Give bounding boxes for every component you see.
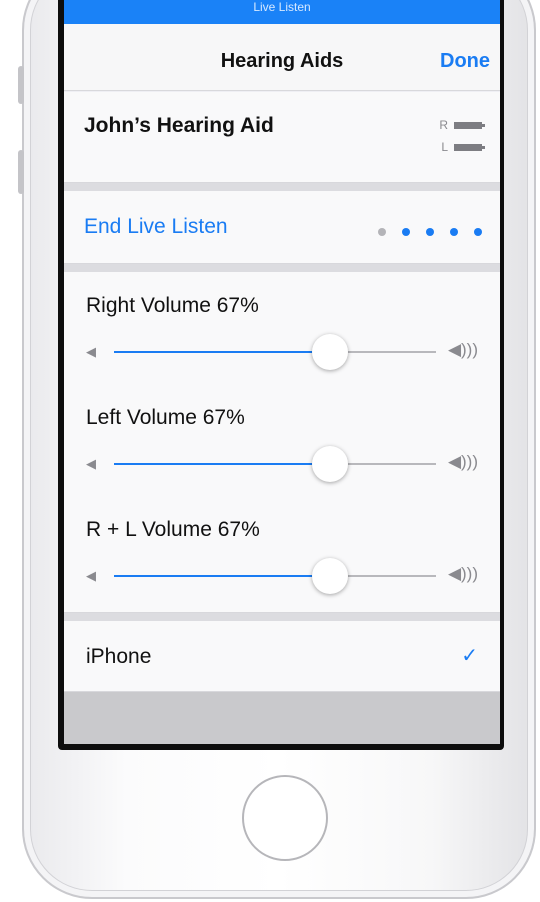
level-dot <box>402 228 410 236</box>
combined-volume-slider[interactable]: ◀ ◀))) <box>86 556 478 596</box>
slider-fill <box>114 575 330 577</box>
screen: Live Listen Hearing Aids Done John’s Hea… <box>64 0 500 744</box>
live-listen-row: End Live Listen <box>64 191 500 264</box>
left-volume-label: Left Volume 67% <box>86 406 245 429</box>
hearing-aid-row: John’s Hearing Aid <box>64 92 500 183</box>
iphone-label: iPhone <box>86 645 152 668</box>
slider-thumb[interactable] <box>311 558 348 594</box>
battery-icon <box>454 122 485 130</box>
mute-switch <box>18 66 24 104</box>
slider-fill <box>114 463 330 465</box>
slider-thumb[interactable] <box>311 446 348 482</box>
audio-level-indicator <box>362 223 482 241</box>
navigation-bar: Hearing Aids Done <box>64 24 500 91</box>
speaker-high-icon: ◀))) <box>447 452 478 471</box>
speaker-high-icon: ◀))) <box>447 340 478 359</box>
right-battery-label: R <box>439 118 448 132</box>
level-dot <box>474 228 482 236</box>
level-dot <box>450 228 458 236</box>
section-separator <box>64 613 500 621</box>
bottom-area <box>64 692 500 744</box>
slider-track <box>114 446 436 482</box>
right-volume-label: Right Volume 67% <box>86 294 259 317</box>
slider-thumb[interactable] <box>311 334 348 370</box>
left-battery-indicator: L <box>436 140 485 154</box>
level-dot <box>426 228 434 236</box>
live-listen-status-bar: Live Listen <box>64 0 500 24</box>
volume-section: Right Volume 67% ◀ ◀))) Left Volume 67% … <box>64 272 500 613</box>
left-volume-slider[interactable]: ◀ ◀))) <box>86 444 478 484</box>
device-name: John’s Hearing Aid <box>84 114 274 137</box>
left-battery-label: L <box>441 140 448 154</box>
checkmark-icon: ✓ <box>461 645 478 667</box>
page-title: Hearing Aids <box>220 50 344 72</box>
right-volume-slider[interactable]: ◀ ◀))) <box>86 332 478 372</box>
speaker-low-icon: ◀ <box>86 568 96 583</box>
section-separator <box>64 264 500 272</box>
slider-fill <box>114 351 330 353</box>
right-battery-indicator: R <box>436 118 485 132</box>
end-live-listen-button[interactable]: End Live Listen <box>84 215 228 239</box>
speaker-low-icon: ◀ <box>86 456 96 471</box>
home-button[interactable] <box>242 775 328 861</box>
slider-track <box>114 558 436 594</box>
slider-track <box>114 334 436 370</box>
combined-volume-label: R + L Volume 67% <box>86 518 260 541</box>
done-button[interactable]: Done <box>440 50 490 73</box>
speaker-low-icon: ◀ <box>86 344 96 359</box>
section-separator <box>64 183 500 191</box>
speaker-high-icon: ◀))) <box>447 564 478 583</box>
battery-icon <box>454 144 485 152</box>
level-dot <box>378 228 386 236</box>
volume-up-button <box>18 150 24 194</box>
output-iphone-row[interactable]: iPhone ✓ <box>64 621 500 692</box>
